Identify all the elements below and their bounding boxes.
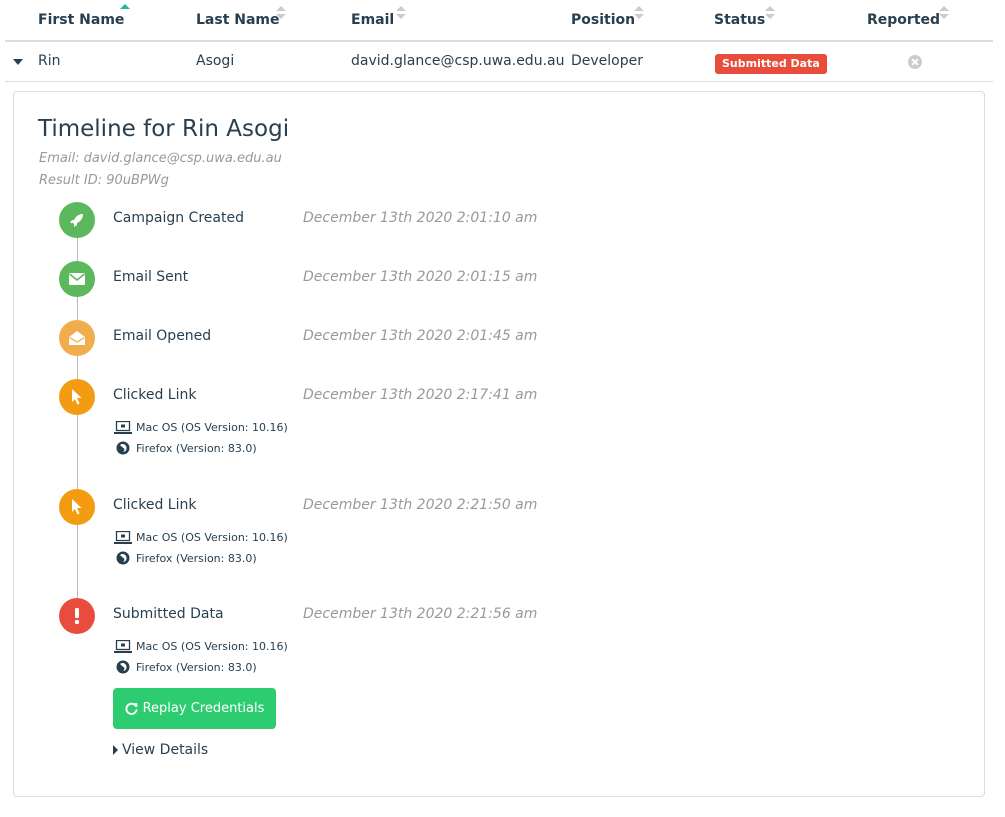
envelope-open-icon xyxy=(59,320,95,356)
expand-caret-icon[interactable] xyxy=(13,59,23,65)
browser-text: Firefox (Version: 83.0) xyxy=(136,660,257,674)
browser-text: Firefox (Version: 83.0) xyxy=(136,441,257,455)
caret-right-icon xyxy=(113,745,118,755)
timeline-email: Email: david.glance@csp.uwa.edu.au xyxy=(39,151,282,166)
sort-icon[interactable] xyxy=(396,6,406,22)
sort-icon[interactable] xyxy=(634,6,644,22)
event-time: December 13th 2020 2:21:50 am xyxy=(303,497,538,513)
browser-detail: Firefox (Version: 83.0) xyxy=(114,441,257,455)
sort-ascending-icon[interactable] xyxy=(120,4,130,20)
event-time: December 13th 2020 2:01:45 am xyxy=(303,328,538,344)
event-name: Campaign Created xyxy=(113,210,244,226)
event-time: December 13th 2020 2:21:56 am xyxy=(303,606,538,622)
os-detail: Mac OS (OS Version: 10.16) xyxy=(114,530,288,544)
replay-credentials-label: Replay Credentials xyxy=(142,701,265,716)
event-time: December 13th 2020 2:17:41 am xyxy=(303,387,538,403)
cell-email: david.glance@csp.uwa.edu.au xyxy=(351,53,565,69)
event-name: Clicked Link xyxy=(113,387,197,403)
exclamation-icon xyxy=(59,598,95,634)
envelope-icon xyxy=(59,261,95,297)
event-time: December 13th 2020 2:01:15 am xyxy=(303,269,538,285)
cell-first-name: Rin xyxy=(38,53,61,69)
column-header-reported[interactable]: Reported xyxy=(867,12,940,28)
sort-icon[interactable] xyxy=(765,6,775,22)
os-text: Mac OS (OS Version: 10.16) xyxy=(136,420,288,434)
column-header-position[interactable]: Position xyxy=(571,12,635,28)
mouse-pointer-icon xyxy=(59,489,95,525)
event-name: Email Sent xyxy=(113,269,189,285)
table-row[interactable]: Rin Asogi david.glance@csp.uwa.edu.au De… xyxy=(5,42,993,82)
timeline-panel: Timeline for Rin Asogi Email: david.glan… xyxy=(13,91,985,797)
column-header-last-name[interactable]: Last Name xyxy=(196,12,280,28)
laptop-icon xyxy=(114,420,132,434)
os-detail: Mac OS (OS Version: 10.16) xyxy=(114,639,288,653)
timeline-title: Timeline for Rin Asogi xyxy=(38,116,290,142)
cell-last-name: Asogi xyxy=(196,53,235,69)
rocket-icon xyxy=(59,202,95,238)
firefox-icon xyxy=(114,441,132,455)
view-details-label: View Details xyxy=(122,742,209,758)
firefox-icon xyxy=(114,551,132,565)
laptop-icon xyxy=(114,530,132,544)
os-text: Mac OS (OS Version: 10.16) xyxy=(136,639,288,653)
browser-detail: Firefox (Version: 83.0) xyxy=(114,551,257,565)
view-details-toggle[interactable]: View Details xyxy=(113,742,208,758)
column-header-email[interactable]: Email xyxy=(351,12,394,28)
sort-icon[interactable] xyxy=(276,6,286,22)
sort-icon[interactable] xyxy=(939,6,949,22)
column-header-status[interactable]: Status xyxy=(714,12,765,28)
os-detail: Mac OS (OS Version: 10.16) xyxy=(114,420,288,434)
column-header-first-name[interactable]: First Name xyxy=(38,12,124,28)
cell-position: Developer xyxy=(571,53,644,69)
refresh-icon xyxy=(125,702,138,715)
mouse-pointer-icon xyxy=(59,379,95,415)
event-time: December 13th 2020 2:01:10 am xyxy=(303,210,538,226)
browser-detail: Firefox (Version: 83.0) xyxy=(114,660,257,674)
os-text: Mac OS (OS Version: 10.16) xyxy=(136,530,288,544)
timeline-result-id: Result ID: 90uBPWg xyxy=(39,173,169,188)
event-name: Clicked Link xyxy=(113,497,197,513)
event-name: Submitted Data xyxy=(113,606,224,622)
event-name: Email Opened xyxy=(113,328,212,344)
status-badge: Submitted Data xyxy=(715,54,827,74)
results-table-header: First Name Last Name Email Position Stat… xyxy=(5,0,993,42)
browser-text: Firefox (Version: 83.0) xyxy=(136,551,257,565)
firefox-icon xyxy=(114,660,132,674)
replay-credentials-button[interactable]: Replay Credentials xyxy=(113,688,276,729)
times-circle-icon[interactable] xyxy=(908,55,922,69)
laptop-icon xyxy=(114,639,132,653)
